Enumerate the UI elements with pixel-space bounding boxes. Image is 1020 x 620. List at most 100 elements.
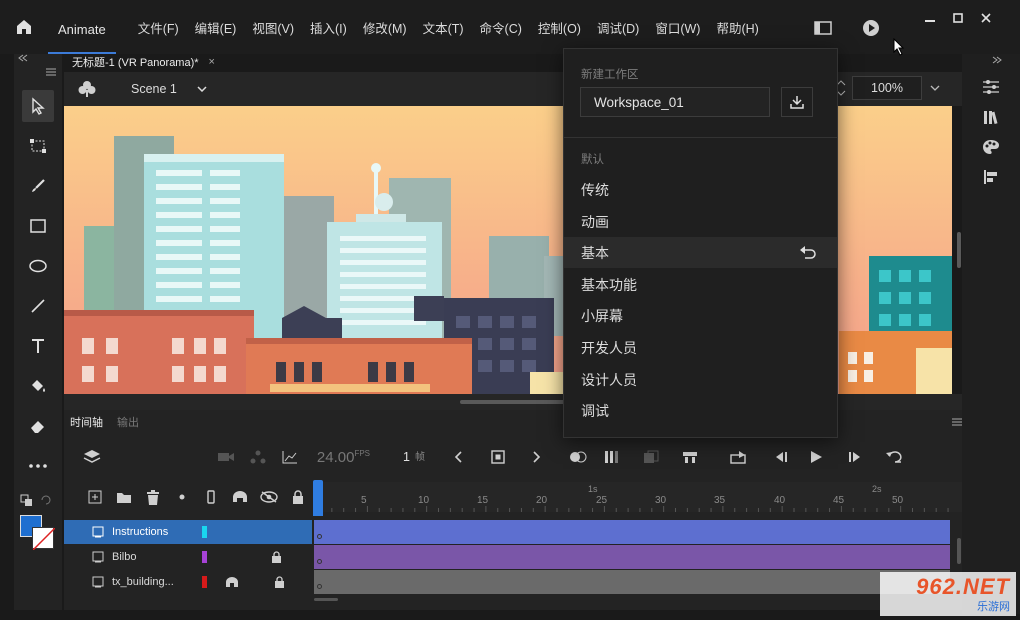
loop-playback-button[interactable] bbox=[872, 438, 916, 476]
keyframe[interactable] bbox=[317, 534, 322, 539]
document-close-button[interactable]: × bbox=[209, 56, 215, 68]
symbol-icon[interactable] bbox=[78, 80, 96, 98]
rectangle-tool[interactable] bbox=[14, 206, 62, 246]
expand-panels-icon[interactable] bbox=[992, 56, 1002, 64]
test-movie-button[interactable] bbox=[854, 14, 888, 42]
timeline-horizontal-scrollbar[interactable] bbox=[314, 598, 338, 601]
layer-row[interactable]: tx_building... bbox=[64, 570, 962, 594]
stage-horizontal-scrollbar[interactable] bbox=[460, 400, 570, 404]
fps-display[interactable]: 24.00FPS bbox=[306, 438, 370, 476]
menu-file[interactable]: 文件(F) bbox=[130, 18, 187, 37]
panel-menu-icon[interactable] bbox=[952, 418, 962, 426]
workspace-button[interactable] bbox=[806, 14, 840, 42]
layer-color-swatch[interactable] bbox=[202, 526, 207, 538]
color-panel-button[interactable] bbox=[962, 132, 1020, 162]
reset-colors-icon[interactable] bbox=[40, 494, 52, 506]
close-window-button[interactable] bbox=[972, 6, 1000, 30]
layer-info[interactable]: Bilbo bbox=[64, 545, 312, 569]
new-layer-button[interactable] bbox=[80, 482, 109, 512]
workspace-item[interactable]: 开发人员 bbox=[564, 332, 837, 363]
document-tab[interactable]: 无标题-1 (VR Panorama)* × bbox=[64, 52, 215, 72]
layer-info[interactable]: Instructions bbox=[64, 520, 312, 544]
hide-layers-button[interactable] bbox=[254, 482, 283, 512]
keyframe[interactable] bbox=[317, 584, 322, 589]
chevron-down-icon[interactable] bbox=[930, 85, 940, 91]
menu-window[interactable]: 窗口(W) bbox=[647, 18, 708, 37]
workspace-item[interactable]: 基本功能 bbox=[564, 269, 837, 300]
current-frame[interactable]: 1 bbox=[370, 438, 410, 476]
minimize-button[interactable] bbox=[916, 6, 944, 30]
keyframe[interactable] bbox=[317, 559, 322, 564]
menu-text[interactable]: 文本(T) bbox=[415, 18, 472, 37]
zoom-input[interactable]: 100% bbox=[852, 76, 922, 100]
save-workspace-button[interactable] bbox=[781, 87, 813, 117]
selection-tool[interactable] bbox=[14, 86, 62, 126]
graph-button[interactable] bbox=[274, 438, 306, 476]
export-button[interactable] bbox=[710, 438, 768, 476]
more-tools-button[interactable] bbox=[14, 446, 62, 486]
layer-depth-button[interactable] bbox=[242, 438, 274, 476]
collapse-icon[interactable] bbox=[18, 54, 28, 62]
layer-frames[interactable] bbox=[314, 545, 950, 569]
app-name-tab[interactable]: Animate bbox=[48, 0, 116, 54]
timeline-vertical-scrollbar[interactable] bbox=[957, 538, 961, 564]
layer-row[interactable]: Instructions bbox=[64, 520, 962, 544]
menu-insert[interactable]: 插入(I) bbox=[302, 18, 355, 37]
lock-icon[interactable] bbox=[274, 576, 285, 588]
workspace-item[interactable]: 小屏幕 bbox=[564, 300, 837, 331]
edit-multiple-frames-button[interactable] bbox=[592, 438, 632, 476]
tab-timeline[interactable]: 时间轴 bbox=[70, 414, 103, 430]
menu-edit[interactable]: 编辑(E) bbox=[187, 18, 245, 37]
layers-button[interactable] bbox=[64, 438, 120, 476]
free-transform-tool[interactable] bbox=[14, 126, 62, 166]
maximize-button[interactable] bbox=[944, 6, 972, 30]
tab-output[interactable]: 输出 bbox=[117, 414, 139, 430]
workspace-item[interactable]: 传统 bbox=[564, 174, 837, 205]
workspace-item[interactable]: 调试 bbox=[564, 395, 837, 426]
menu-control[interactable]: 控制(O) bbox=[530, 18, 589, 37]
delete-layer-button[interactable] bbox=[138, 482, 167, 512]
swap-colors-icon[interactable] bbox=[20, 494, 34, 508]
workspace-item[interactable]: 动画 bbox=[564, 206, 837, 237]
create-tween-button[interactable] bbox=[670, 438, 710, 476]
lock-layers-button[interactable] bbox=[283, 482, 312, 512]
prev-keyframe-button[interactable] bbox=[430, 438, 486, 476]
scene-selector[interactable]: Scene 1 bbox=[131, 82, 207, 96]
workspace-name-input[interactable]: Workspace_01 bbox=[580, 87, 770, 117]
layer-frames[interactable] bbox=[314, 570, 950, 594]
lock-icon[interactable] bbox=[271, 551, 282, 563]
onion-skin-button[interactable] bbox=[564, 438, 592, 476]
menu-view[interactable]: 视图(V) bbox=[244, 18, 302, 37]
layer-color-swatch[interactable] bbox=[202, 551, 207, 563]
stroke-fill-color[interactable] bbox=[20, 515, 56, 551]
menu-commands[interactable]: 命令(C) bbox=[472, 18, 530, 37]
align-panel-button[interactable] bbox=[962, 162, 1020, 192]
parenting-view-button[interactable] bbox=[225, 482, 254, 512]
layer-info[interactable]: tx_building... bbox=[64, 570, 312, 594]
playhead[interactable] bbox=[313, 480, 323, 516]
workspace-item[interactable]: 设计人员 bbox=[564, 364, 837, 395]
insert-keyframe-button[interactable] bbox=[486, 438, 510, 476]
layer-color-swatch[interactable] bbox=[202, 576, 207, 588]
brush-tool[interactable] bbox=[14, 166, 62, 206]
play-button[interactable] bbox=[794, 438, 838, 476]
menu-help[interactable]: 帮助(H) bbox=[708, 18, 766, 37]
step-back-button[interactable] bbox=[768, 438, 794, 476]
menu-modify[interactable]: 修改(M) bbox=[355, 18, 415, 37]
frame-ruler[interactable]: 1s 2s 5 10 15 20 25 30 35 40 45 50 bbox=[316, 482, 962, 512]
stage-vertical-scrollbar[interactable] bbox=[957, 232, 961, 268]
home-button[interactable] bbox=[0, 0, 48, 54]
step-forward-button[interactable] bbox=[838, 438, 872, 476]
properties-panel-button[interactable] bbox=[962, 72, 1020, 102]
highlight-layer-button[interactable] bbox=[167, 482, 196, 512]
eraser-tool[interactable] bbox=[14, 406, 62, 446]
loop-range-button[interactable] bbox=[632, 438, 670, 476]
reset-workspace-icon[interactable] bbox=[799, 245, 817, 259]
layer-row[interactable]: Bilbo bbox=[64, 545, 962, 569]
text-tool[interactable] bbox=[14, 326, 62, 366]
fill-color-swatch[interactable] bbox=[32, 527, 56, 551]
oval-tool[interactable] bbox=[14, 246, 62, 286]
camera-button[interactable] bbox=[210, 438, 242, 476]
line-tool[interactable] bbox=[14, 286, 62, 326]
outline-layer-button[interactable] bbox=[196, 482, 225, 512]
